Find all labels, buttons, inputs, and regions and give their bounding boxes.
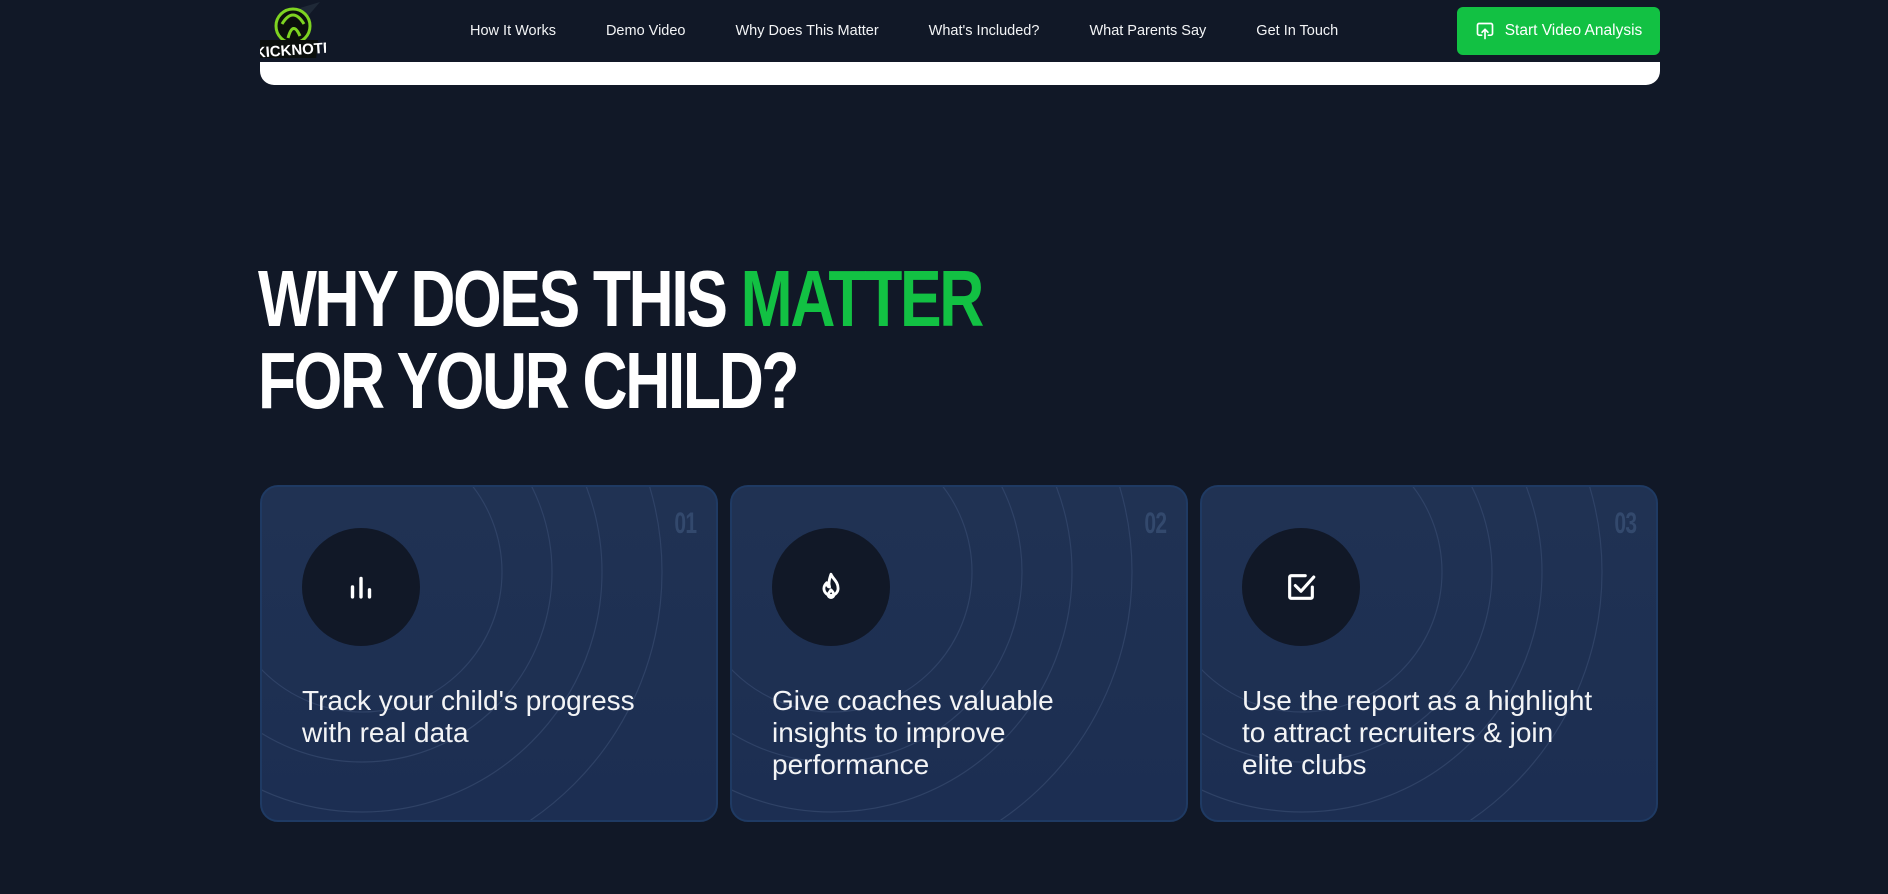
cta-label: Start Video Analysis [1504, 22, 1643, 39]
bar-chart-icon [350, 576, 372, 599]
benefit-card-1: 01 Track your child's progress with real… [260, 485, 718, 822]
nav-how-it-works[interactable]: How It Works [470, 23, 556, 39]
card-icon-wrap [302, 528, 420, 646]
headline-accent: MATTER [740, 254, 985, 343]
nav-whats-included[interactable]: What's Included? [929, 23, 1040, 39]
nav-get-in-touch[interactable]: Get In Touch [1256, 23, 1338, 39]
card-icon-wrap [772, 528, 890, 646]
checkbox-icon [1288, 574, 1316, 600]
card-number: 01 [674, 507, 697, 540]
previous-section-edge [260, 62, 1660, 85]
start-video-analysis-button[interactable]: Start Video Analysis [1457, 7, 1660, 55]
main-nav: How It Works Demo Video Why Does This Ma… [470, 0, 1388, 62]
benefit-card-3: 03 Use the report as a highlight to attr… [1200, 485, 1658, 822]
benefit-card-2: 02 Give coaches valuable insights to imp… [730, 485, 1188, 822]
flame-icon [822, 572, 840, 599]
card-text: Give coaches valuable insights to improv… [772, 685, 1054, 780]
headline-part2: FOR YOUR CHILD? [258, 336, 800, 425]
nav-what-parents-say[interactable]: What Parents Say [1089, 23, 1206, 39]
card-text: Track your child's progress with real da… [302, 685, 635, 748]
card-number: 03 [1614, 507, 1637, 540]
nav-why-does-this-matter[interactable]: Why Does This Matter [735, 23, 878, 39]
navbar: KICKNOTE How It Works Demo Video Why Doe… [0, 0, 1888, 62]
nav-demo-video[interactable]: Demo Video [606, 23, 686, 39]
card-number: 02 [1144, 507, 1167, 540]
card-icon-wrap [1242, 528, 1360, 646]
upload-icon [1476, 22, 1494, 40]
kicknote-logo[interactable]: KICKNOTE [254, 2, 334, 62]
card-text: Use the report as a highlight to attract… [1242, 685, 1593, 780]
headline-part1: WHY DOES THIS [258, 254, 741, 343]
section-headline: WHY DOES THIS MATTER FOR YOUR CHILD? [258, 258, 984, 425]
